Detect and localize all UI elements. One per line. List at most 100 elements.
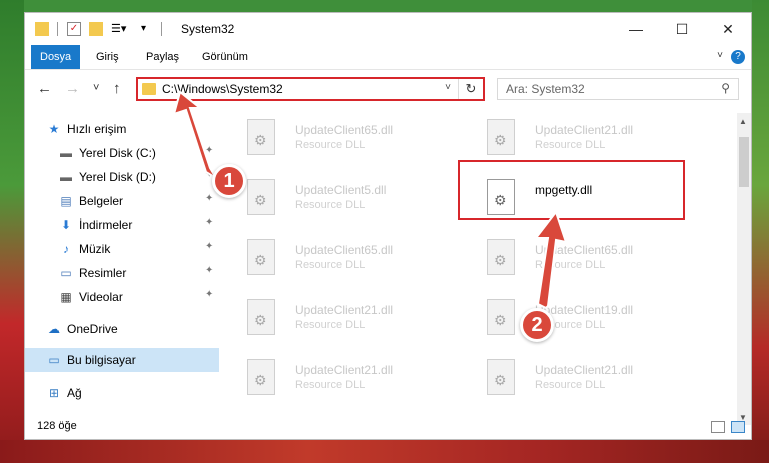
close-button[interactable]: ✕ [705,13,751,45]
vertical-scrollbar[interactable]: ▲ ▼ [737,113,751,425]
address-dropdown-icon[interactable]: ˅ [445,82,451,93]
file-description: Resource DLL [295,139,366,151]
star-icon: ★ [48,122,60,136]
search-placeholder: Ara: System32 [506,82,585,96]
pin-icon[interactable]: ✦ [205,265,213,276]
forward-button[interactable]: → [65,80,80,97]
file-item[interactable]: ⚙ UpdateClient19.dll Resource DLL [461,297,691,345]
computer-icon: ▭ [48,353,60,367]
tab-paylas[interactable]: Paylaş [137,45,188,69]
file-item[interactable]: ⚙ UpdateClient21.dll Resource DLL [221,357,451,405]
file-name: UpdateClient21.dll [295,303,394,317]
pin-icon[interactable]: ✦ [205,193,213,204]
sidebar-item-label: İndirmeler [79,218,133,232]
minimize-button[interactable]: — [613,13,659,45]
sidebar-item-label: Hızlı erişim [67,122,127,136]
file-description: Resource DLL [295,319,366,331]
sidebar-item-label: Belgeler [79,194,124,208]
address-bar[interactable]: C:\Windows\System32 ˅ ↻ [136,77,485,101]
pin-icon[interactable]: ✦ [205,145,213,156]
pin-icon[interactable]: ✦ [205,217,213,228]
sidebar-item-documents[interactable]: ▤ Belgeler ✦ [25,189,219,213]
file-description: Resource DLL [295,259,366,271]
file-description: Resource DLL [535,259,606,271]
new-folder-icon[interactable] [89,22,103,36]
dll-file-icon: ⚙ [247,179,275,215]
sidebar-item-this-pc[interactable]: ▭ Bu bilgisayar [25,348,219,372]
cloud-icon: ☁ [48,322,60,336]
title-bar: ✓ ☰▾ ▾ System32 — ☐ ✕ [25,13,751,45]
desktop-background-left [0,0,24,463]
toolbar-dropdown-icon[interactable]: ▾ [141,22,155,36]
file-name: UpdateClient65.dll [535,243,634,257]
up-button[interactable]: ↑ [113,80,121,97]
file-explorer-window: ✓ ☰▾ ▾ System32 — ☐ ✕ Dosya Giriş Paylaş… [24,12,752,440]
sidebar-item-onedrive[interactable]: ☁ OneDrive [25,317,219,341]
maximize-button[interactable]: ☐ [659,13,705,45]
file-name: UpdateClient65.dll [295,123,394,137]
properties-icon[interactable]: ✓ [67,22,81,36]
file-name: UpdateClient5.dll [295,183,387,197]
dll-file-icon: ⚙ [247,359,275,395]
sidebar-item-network[interactable]: ⊞ Ağ [25,381,219,405]
scrollbar-thumb[interactable] [739,137,749,187]
tab-dosya[interactable]: Dosya [31,45,81,69]
file-item[interactable]: ⚙ UpdateClient65.dll Resource DLL [221,117,451,165]
file-item[interactable]: ⚙ UpdateClient65.dll Resource DLL [461,237,691,285]
dll-file-icon: ⚙ [487,239,515,275]
back-button[interactable]: ← [37,80,52,97]
ribbon: Dosya Giriş Paylaş Görünüm ˅ ? [25,45,751,70]
file-description: Resource DLL [535,139,606,151]
search-icon[interactable]: ⚲ [721,81,730,95]
folder-icon [142,83,156,95]
file-name: UpdateClient21.dll [535,363,634,377]
file-name: UpdateClient21.dll [295,363,394,377]
videos-icon: ▦ [60,290,72,304]
tab-gorunum[interactable]: Görünüm [193,45,257,69]
sidebar-item-quick-access[interactable]: ★ Hızlı erişim [25,117,219,141]
sidebar-item-label: Videolar [79,290,123,304]
sidebar-item-videos[interactable]: ▦ Videolar ✦ [25,285,219,309]
tab-giris[interactable]: Giriş [87,45,128,69]
file-item[interactable]: ⚙ UpdateClient21.dll Resource DLL [461,117,691,165]
file-description: Resource DLL [535,379,606,391]
file-item[interactable]: ⚙ UpdateClient21.dll Resource DLL [461,357,691,405]
large-icons-view-icon[interactable] [731,421,745,433]
highlight-box-file [458,160,685,220]
file-list: ⚙ UpdateClient65.dll Resource DLL ⚙ Upda… [221,113,739,413]
sidebar-item-pictures[interactable]: ▭ Resimler ✦ [25,261,219,285]
sidebar-item-music[interactable]: ♪ Müzik ✦ [25,237,219,261]
ribbon-expand-icon[interactable]: ˅ [717,50,723,61]
pin-icon[interactable]: ✦ [205,289,213,300]
scroll-up-icon[interactable]: ▲ [739,117,747,126]
network-icon: ⊞ [48,386,60,400]
recent-locations-button[interactable]: ˅ [93,82,99,94]
title-separator [161,22,162,36]
sidebar-item-downloads[interactable]: ⬇ İndirmeler ✦ [25,213,219,237]
file-item[interactable]: ⚙ UpdateClient65.dll Resource DLL [221,237,451,285]
step-marker-2: 2 [520,308,554,342]
pin-icon[interactable]: ✦ [205,241,213,252]
help-button[interactable]: ? [731,50,745,64]
sidebar-item-label: Müzik [79,242,111,256]
desktop-background-right [752,0,769,463]
sidebar-item-label: Bu bilgisayar [67,353,136,367]
details-view-icon[interactable] [711,421,725,433]
item-count: 128 öğe [37,420,77,432]
search-input[interactable]: Ara: System32 ⚲ [497,78,739,100]
sidebar-item-disk-c[interactable]: ▬ Yerel Disk (C:) ✦ [25,141,219,165]
sidebar-item-disk-d[interactable]: ▬ Yerel Disk (D:) ✦ [25,165,219,189]
refresh-button[interactable]: ↻ [458,79,483,99]
customize-toolbar-icon[interactable]: ☰▾ [111,22,126,36]
file-item[interactable]: ⚙ UpdateClient5.dll Resource DLL [221,177,451,225]
dll-file-icon: ⚙ [487,119,515,155]
dll-file-icon: ⚙ [247,119,275,155]
status-bar: 128 öğe [25,417,751,439]
sidebar-item-label: Ağ [67,386,82,400]
address-path[interactable]: C:\Windows\System32 [162,82,283,96]
music-icon: ♪ [63,242,69,256]
sidebar-item-label: Yerel Disk (D:) [79,170,156,184]
file-item[interactable]: ⚙ UpdateClient21.dll Resource DLL [221,297,451,345]
title-separator [57,22,58,36]
navigation-bar: ← → ˅ ↑ C:\Windows\System32 ˅ ↻ Ara: Sys… [25,70,751,110]
